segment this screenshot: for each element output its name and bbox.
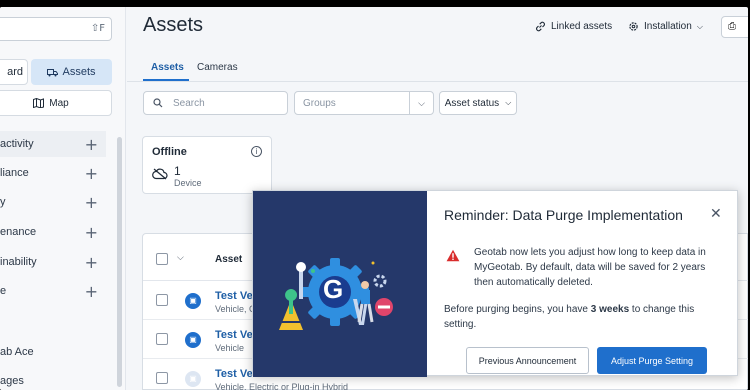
expand-plus-icon[interactable]: + [85,193,98,212]
map-button[interactable]: Map [0,90,112,116]
asset-status-filter[interactable]: Asset status ⌵ [439,91,517,115]
column-header-asset[interactable]: Asset [215,254,242,265]
vehicle-icon: ▣ [185,293,201,309]
tab-cameras[interactable]: Cameras [197,62,238,73]
deadline-prefix: Before purging begins, you have [444,304,591,315]
sidebar-item-compliance[interactable]: liance + [0,160,106,186]
sidebar-item-label: inability [0,256,37,268]
asset-type: Vehicle, Electric or Plug-in Hybrid [215,382,349,390]
data-purge-reminder-dialog: G Reminder: Data Purge Implementation ✕ … [252,190,738,377]
sidebar-item-safety[interactable]: y + [0,189,106,215]
sidebar-item-label: y [0,196,6,208]
asset-type: Vehicle, G [215,304,257,314]
expand-plus-icon[interactable]: + [85,282,98,301]
link-icon [536,21,545,32]
sidebar-item-label: liance [0,167,29,179]
installation-menu[interactable]: Installation ⌵ [628,21,703,32]
sidebar-search-input[interactable]: ⇧F [0,17,112,41]
print-button[interactable]: ⎙ [721,16,748,38]
vehicle-icon: ▣ [185,371,201,387]
search-input[interactable]: Search [143,91,288,115]
sidebar-item-label: enance [0,226,37,238]
row-checkbox[interactable] [156,333,168,345]
chevron-down-icon: ⌵ [505,98,512,107]
close-icon[interactable]: ✕ [710,205,722,222]
sidebar-item-people[interactable]: e + [0,278,106,304]
deadline-weeks: 3 weeks [590,304,630,315]
card-unit: Device [174,178,202,188]
active-tab-underline [143,79,189,81]
linked-assets-label: Linked assets [551,21,613,32]
search-shortcut-hint: ⇧F [90,23,105,34]
dialog-deadline-text: Before purging begins, you have 3 weeks … [444,302,719,332]
vehicle-icon: ▣ [185,332,201,348]
linked-assets-button[interactable]: Linked assets [535,21,612,32]
expand-plus-icon[interactable]: + [85,164,98,183]
asset-type: Vehicle [215,343,245,353]
search-icon [153,98,163,108]
purge-illustration: G [253,191,427,377]
select-all-checkbox[interactable] [156,253,168,265]
print-icon: ⎙ [728,21,736,32]
asset-status-label: Asset status [444,97,500,109]
expand-plus-icon[interactable]: + [85,253,98,272]
sidebar-item-label: ab Ace [0,346,34,358]
tab-assets[interactable]: Assets [151,62,184,73]
sidebar-tab-dashboard[interactable]: ard [0,59,28,85]
sidebar-item-sustainability[interactable]: inability + [0,249,106,275]
sidebar-item-label: e [0,285,7,297]
expand-plus-icon[interactable]: + [85,223,98,242]
info-icon[interactable]: i [251,146,262,157]
sidebar: ⇧F ard Assets Map activity + liance + y … [0,7,126,390]
sidebar-item-activity[interactable]: activity + [0,131,106,157]
sidebar-scrollbar[interactable] [117,137,122,387]
previous-announcement-button[interactable]: Previous Announcement [466,347,589,374]
sidebar-tab-dashboard-label: ard [7,66,23,78]
row-checkbox[interactable] [156,294,168,306]
warning-icon [446,249,460,262]
map-icon [33,98,45,108]
chevron-down-icon[interactable]: ⌵ [409,92,433,114]
row-checkbox[interactable] [156,372,168,384]
truck-icon [47,68,59,76]
card-count: 1 [174,164,181,178]
sidebar-tab-assets[interactable]: Assets [31,59,112,85]
offline-summary-card[interactable]: Offline i 1 Device [142,136,272,194]
groups-placeholder: Groups [303,97,336,109]
sidebar-item-maintenance[interactable]: enance + [0,219,106,245]
page-title: Assets [143,14,204,36]
cloud-off-icon [152,168,168,180]
chevron-down-icon[interactable]: ⌵ [177,252,184,263]
gear-icon [629,22,638,31]
dialog-title: Reminder: Data Purge Implementation [444,207,683,223]
map-label: Map [49,97,69,109]
app-window: ⇧F ard Assets Map activity + liance + y … [0,7,748,390]
search-placeholder: Search [173,97,205,109]
geotab-logo-letter: G [323,274,344,304]
sidebar-item-geotab-ace[interactable]: ab Ace [0,339,106,365]
sidebar-item-messages[interactable]: ages [0,368,106,390]
installation-label: Installation [644,21,692,32]
expand-plus-icon[interactable]: + [85,135,98,154]
groups-select[interactable]: Groups ⌵ [294,91,434,115]
chevron-down-icon: ⌵ [696,21,703,31]
adjust-purge-setting-button[interactable]: Adjust Purge Setting [597,347,707,374]
sidebar-tab-assets-label: Assets [62,66,96,78]
sidebar-item-label: activity [0,138,34,150]
card-title: Offline [152,146,187,158]
sidebar-item-label: ages [0,375,24,387]
dialog-message: Geotab now lets you adjust how long to k… [474,247,706,288]
